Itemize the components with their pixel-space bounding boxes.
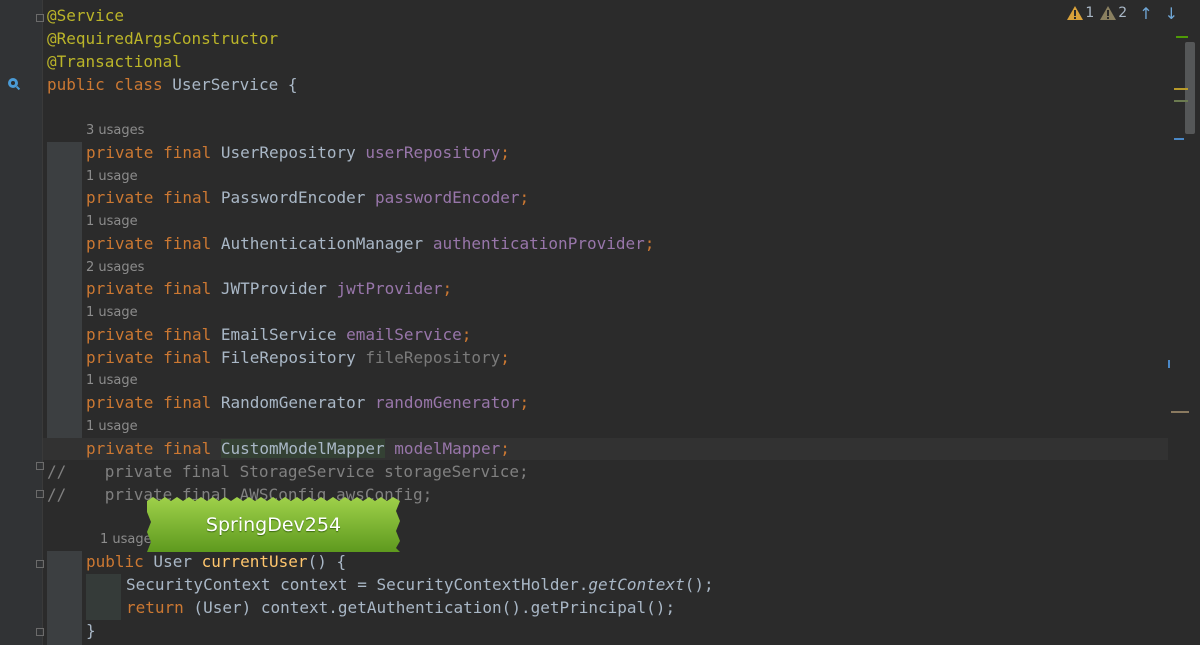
fold-icon[interactable] [36, 14, 44, 22]
code-line[interactable]: private final UserRepository userReposit… [86, 142, 510, 164]
code-line[interactable]: @Transactional [47, 51, 182, 73]
code-line[interactable]: SecurityContext context = SecurityContex… [126, 574, 714, 596]
usage-hint[interactable]: 1 usage [86, 213, 138, 231]
error-indicator[interactable]: 1 [1067, 5, 1094, 21]
watermark-text: SpringDev254 [205, 513, 342, 536]
warning-count: 2 [1118, 5, 1128, 21]
scroll-marker[interactable] [1168, 360, 1170, 368]
scroll-marker[interactable] [1176, 36, 1188, 38]
code-line[interactable]: private final CustomModelMapper modelMap… [86, 438, 510, 460]
scope-highlight [86, 574, 121, 620]
error-count: 1 [1085, 5, 1095, 21]
inspection-status[interactable]: 1 2 ↑ ↓ [1067, 3, 1178, 23]
fold-icon[interactable] [36, 560, 44, 568]
code-line[interactable]: private final RandomGenerator randomGene… [86, 392, 529, 414]
usage-hint[interactable]: 1 usage [86, 168, 138, 186]
usage-hint[interactable]: 1 usage [86, 304, 138, 322]
code-line[interactable]: private final AuthenticationManager auth… [86, 233, 654, 255]
spring-bean-icon[interactable] [6, 76, 22, 92]
code-line[interactable]: @Service [47, 5, 124, 27]
fold-icon[interactable] [36, 490, 44, 498]
code-line[interactable]: @RequiredArgsConstructor [47, 28, 278, 50]
scroll-marker[interactable] [1174, 138, 1184, 140]
fold-icon[interactable] [36, 628, 44, 636]
scope-highlight [47, 142, 82, 460]
scroll-marker[interactable] [1174, 88, 1188, 90]
scroll-marker[interactable] [1174, 100, 1188, 102]
vertical-scrollbar[interactable] [1168, 0, 1200, 645]
usage-hint[interactable]: 2 usages [86, 259, 144, 277]
previous-highlight-button[interactable]: ↑ [1139, 4, 1152, 23]
weak-warning-icon [1100, 6, 1117, 20]
code-line[interactable]: private final FileRepository fileReposit… [86, 347, 510, 369]
commented-line[interactable]: // private final StorageService storageS… [47, 461, 529, 483]
editor-gutter[interactable] [0, 0, 44, 645]
code-line[interactable]: public User currentUser() { [86, 551, 346, 573]
scroll-marker[interactable] [1171, 411, 1189, 413]
code-line[interactable]: private final EmailService emailService; [86, 324, 471, 346]
warning-icon [1067, 6, 1084, 20]
code-line[interactable]: public class UserService { [47, 74, 297, 96]
code-line[interactable]: private final JWTProvider jwtProvider; [86, 278, 452, 300]
watermark-badge: SpringDev254 [147, 497, 400, 552]
scope-highlight [47, 551, 82, 645]
usage-hint[interactable]: 1 usage [100, 531, 152, 549]
usage-hint[interactable]: 1 usage [86, 372, 138, 390]
warning-indicator[interactable]: 2 [1100, 5, 1127, 21]
fold-icon[interactable] [36, 462, 44, 470]
code-line[interactable]: return (User) context.getAuthentication(… [126, 597, 675, 619]
code-line[interactable]: } [86, 620, 96, 642]
usage-hint[interactable]: 3 usages [86, 122, 144, 140]
code-line[interactable]: private final PasswordEncoder passwordEn… [86, 187, 529, 209]
code-editor[interactable]: @Service @RequiredArgsConstructor @Trans… [0, 0, 1200, 645]
usage-hint[interactable]: 1 usage [86, 418, 138, 436]
